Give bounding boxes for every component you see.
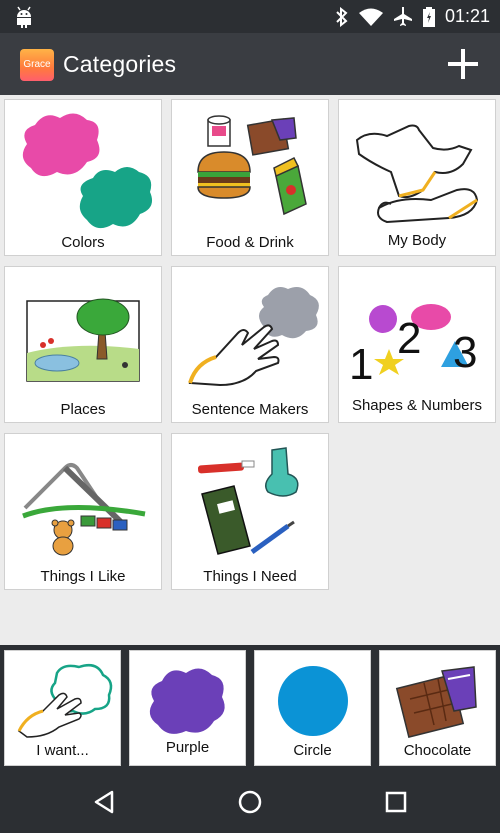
- park-picture: [26, 298, 140, 382]
- recents-square-icon: [385, 791, 407, 813]
- android-icon: [17, 6, 31, 28]
- sentence-item-label: Chocolate: [403, 742, 472, 759]
- hand-speech-picture: [17, 664, 113, 738]
- tile-label: Shapes & Numbers: [351, 397, 483, 414]
- app-logo: Grace: [20, 49, 54, 81]
- tile-label: Sentence Makers: [191, 401, 309, 418]
- sentence-item-purple[interactable]: Purple: [129, 650, 246, 766]
- sentence-item-chocolate[interactable]: Chocolate: [379, 650, 496, 766]
- sentence-item-circle[interactable]: Circle: [254, 650, 371, 766]
- digit-three: 3: [453, 328, 477, 377]
- back-button[interactable]: [90, 787, 120, 817]
- category-things-i-need[interactable]: Things I Need: [171, 433, 329, 590]
- status-bar: 01:21: [0, 0, 500, 33]
- home-button[interactable]: [235, 787, 265, 817]
- sentence-strip: I want... Purple Circle Chocolate: [0, 645, 500, 771]
- color-splotches-picture: [22, 113, 153, 229]
- category-sentence-makers[interactable]: Sentence Makers: [171, 266, 329, 423]
- category-colors[interactable]: Colors: [4, 99, 162, 256]
- tile-label: Food & Drink: [206, 234, 294, 251]
- tile-label: Things I Need: [203, 568, 297, 585]
- sentence-item-label: I want...: [36, 742, 89, 759]
- tile-label: Colors: [61, 234, 105, 251]
- chocolate-bar-picture: [395, 666, 477, 738]
- app-bar: Grace Categories: [0, 33, 500, 95]
- back-triangle-icon: [94, 790, 114, 814]
- sentence-item-label: Purple: [165, 739, 210, 756]
- blue-circle-picture: [278, 666, 348, 736]
- category-food-drink[interactable]: Food & Drink: [171, 99, 329, 256]
- category-places[interactable]: Places: [4, 266, 162, 423]
- shapes-numbers-picture: 1 2 3: [349, 304, 477, 389]
- wifi-icon: [358, 8, 383, 26]
- food-drink-picture: [197, 115, 307, 216]
- category-my-body[interactable]: My Body: [338, 99, 496, 256]
- battery-icon: [422, 6, 435, 27]
- hand-foot-picture: [355, 124, 479, 224]
- digit-one: 1: [349, 340, 373, 389]
- recents-button[interactable]: [381, 787, 411, 817]
- supplies-picture: [197, 447, 299, 555]
- clock: 01:21: [444, 6, 490, 26]
- digit-two: 2: [397, 314, 421, 363]
- bluetooth-icon: [336, 6, 348, 27]
- toys-picture: [22, 463, 146, 556]
- plus-icon: [448, 49, 478, 79]
- tile-label: Places: [60, 401, 106, 418]
- sentence-item-label: Circle: [293, 742, 332, 759]
- tile-label: My Body: [387, 232, 447, 249]
- airplane-icon: [393, 6, 412, 26]
- category-shapes-numbers[interactable]: 1 2 3 Shapes & Numbers: [338, 266, 496, 423]
- hand-cloud-picture: [188, 287, 319, 387]
- navigation-bar: [0, 771, 500, 833]
- purple-splotch-picture: [149, 668, 225, 734]
- add-button[interactable]: [444, 45, 482, 83]
- page-title: Categories: [63, 51, 177, 77]
- tile-label: Things I Like: [40, 568, 126, 585]
- sentence-item-i-want[interactable]: I want...: [4, 650, 121, 766]
- home-circle-icon: [238, 790, 262, 814]
- category-things-i-like[interactable]: Things I Like: [4, 433, 162, 590]
